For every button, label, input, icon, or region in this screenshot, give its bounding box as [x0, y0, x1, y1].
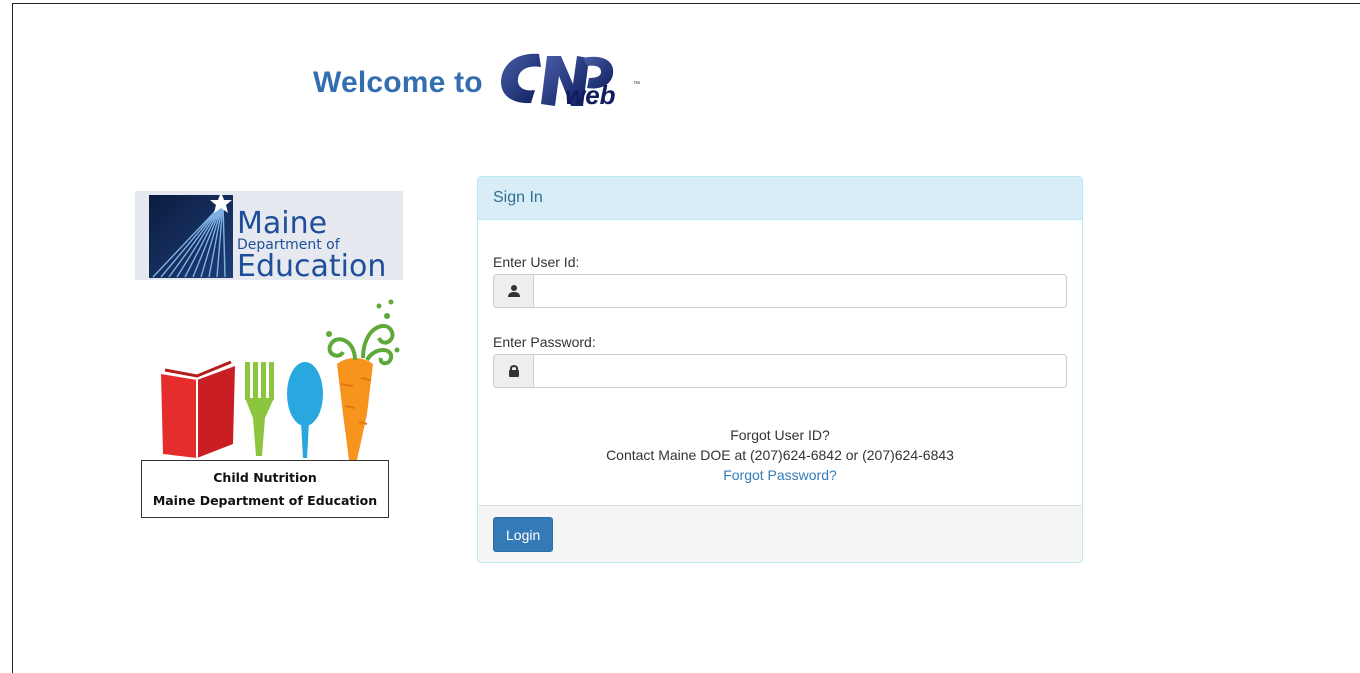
password-label: Enter Password: — [493, 334, 596, 350]
login-button[interactable]: Login — [493, 517, 554, 552]
caption-line2: Maine Department of Education — [152, 493, 378, 508]
cnpweb-logo: web ™ — [500, 53, 640, 110]
panel-body: Enter User Id: Enter Password: Forgot Us… — [478, 220, 1082, 506]
page-frame: Welcome to web ™ Maine Department of Edu… — [12, 3, 1360, 673]
forgot-password-link[interactable]: Forgot Password? — [723, 467, 837, 483]
doe-logo-line3: Education — [237, 249, 386, 280]
password-group — [493, 354, 1067, 388]
user-id-label: Enter User Id: — [493, 254, 580, 270]
logo-web-text: web — [565, 80, 616, 110]
svg-text:™: ™ — [633, 81, 640, 88]
doe-logo-line1: Maine — [237, 206, 327, 241]
child-nutrition-illustration — [161, 299, 400, 460]
sign-in-panel: Sign In Enter User Id: Enter Password: F… — [477, 176, 1083, 563]
contact-text: Contact Maine DOE at (207)624-6842 or (2… — [606, 447, 954, 463]
user-icon — [494, 275, 534, 307]
help-text: Forgot User ID? Contact Maine DOE at (20… — [478, 425, 1082, 485]
maine-doe-logo: Maine Department of Education — [135, 191, 403, 284]
password-input[interactable] — [534, 355, 1066, 387]
user-id-group — [493, 274, 1067, 308]
caption-line1: Child Nutrition — [213, 470, 317, 485]
forgot-user-id-text: Forgot User ID? — [730, 427, 830, 443]
panel-heading: Sign In — [478, 177, 1082, 220]
panel-footer: Login — [478, 505, 1082, 562]
welcome-text: Welcome to — [313, 66, 483, 99]
lock-icon — [494, 355, 534, 387]
user-id-input[interactable] — [534, 275, 1066, 307]
child-nutrition-caption: Child Nutrition Maine Department of Educ… — [141, 460, 389, 518]
welcome-header: Welcome to web ™ — [313, 48, 647, 118]
child-nutrition-logo: Child Nutrition Maine Department of Educ… — [141, 294, 401, 520]
